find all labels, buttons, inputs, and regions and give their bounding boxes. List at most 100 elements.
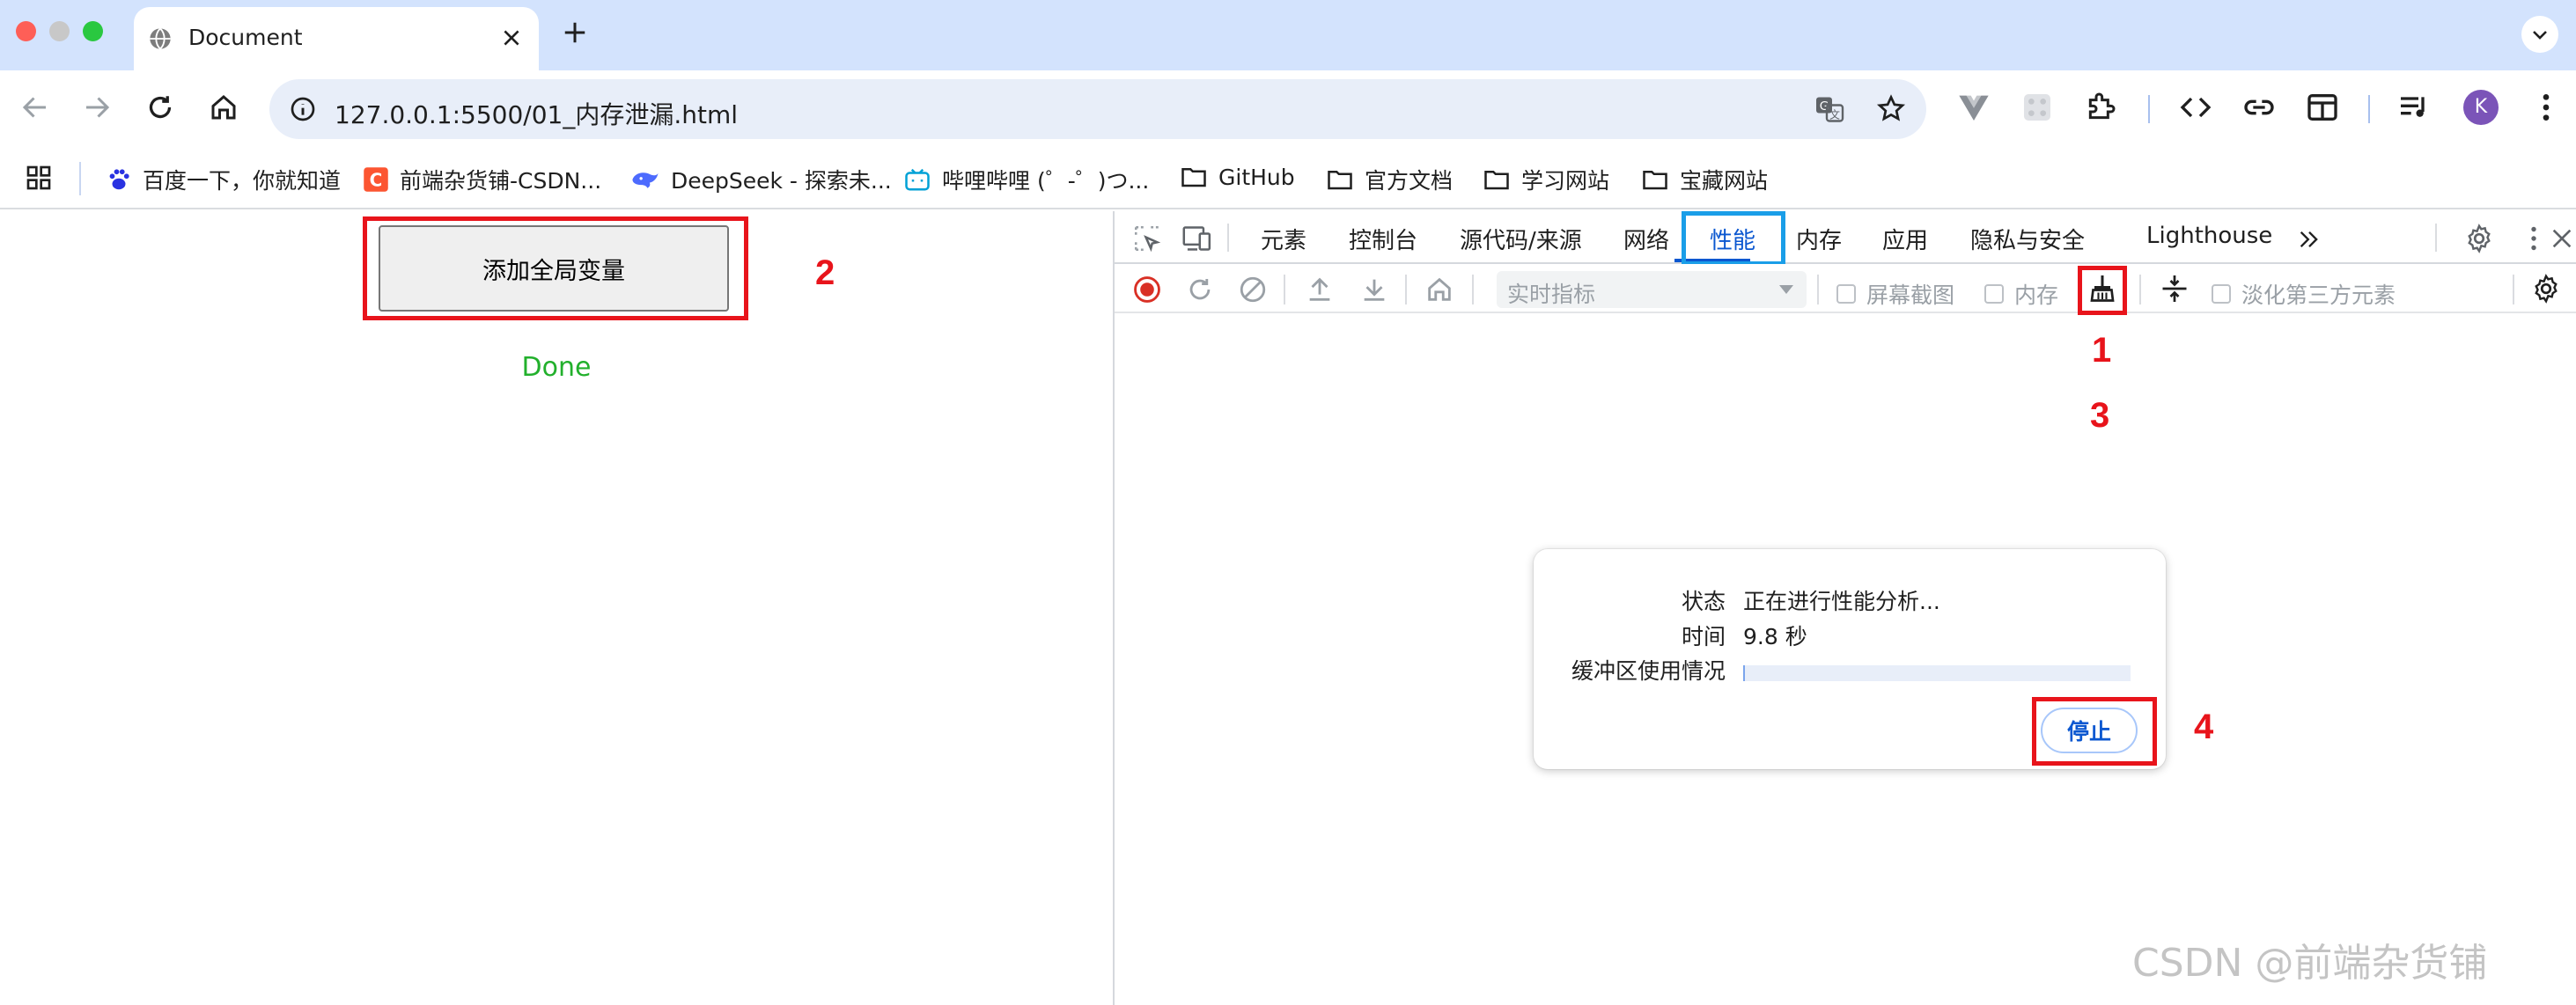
capture-settings-gear-icon[interactable] [2530, 273, 2562, 304]
device-toolbar-icon[interactable] [1181, 224, 1213, 253]
url-text[interactable]: 127.0.0.1:5500/01_内存泄漏.html [335, 96, 738, 131]
tab-memory[interactable]: 内存 [1796, 223, 1842, 255]
collapse-tracks-icon[interactable] [2159, 273, 2190, 304]
bookmark-deepseek[interactable]: DeepSeek - 探索未... [630, 164, 892, 195]
dim-third-party-checkbox[interactable]: 淡化第三方元素 [2212, 278, 2396, 310]
performance-toolbar: 实时指标 屏幕截图 内存 淡化第三方元素 [1115, 264, 2576, 313]
side-panel-icon[interactable] [2305, 90, 2340, 125]
new-tab-icon[interactable] [562, 19, 588, 46]
annotation-label-4: 4 [2194, 708, 2214, 746]
bookmark-bilibili[interactable]: 哔哩哔哩 (゜-゜)つ... [903, 164, 1149, 195]
bookmark-folder-github[interactable]: GitHub [1180, 164, 1295, 190]
vue-devtools-icon[interactable] [1956, 90, 1991, 125]
home-landing-icon[interactable] [1424, 275, 1454, 304]
toolbar-separator [1472, 275, 1474, 304]
clear-block-icon[interactable] [1238, 275, 1268, 304]
site-info-icon[interactable] [289, 95, 317, 123]
download-profile-icon[interactable] [1359, 275, 1389, 304]
tab-sources[interactable]: 源代码/来源 [1460, 223, 1582, 255]
media-queue-icon[interactable] [2396, 90, 2432, 125]
more-tabs-chevron-icon[interactable] [2296, 227, 2322, 252]
annotation-label-2: 2 [815, 253, 835, 292]
reload-record-icon[interactable] [1185, 275, 1215, 304]
tab-console[interactable]: 控制台 [1349, 223, 1417, 255]
bookmark-label: DeepSeek - 探索未... [671, 168, 892, 194]
extension-grid-icon[interactable] [2020, 90, 2055, 125]
buffer-usage-label: 缓冲区使用情况 [1571, 658, 1726, 684]
browser-tab[interactable]: Document [134, 7, 539, 70]
checkbox-label: 内存 [2014, 282, 2059, 308]
tab-privacy-security[interactable]: 隐私与安全 [1970, 223, 2085, 255]
status-label: 状态 [1681, 589, 1726, 614]
memory-checkbox[interactable]: 内存 [1984, 278, 2058, 310]
folder-icon [1643, 171, 1667, 190]
metric-select-value: 实时指标 [1507, 282, 1596, 307]
bookmark-folder-docs[interactable]: 官方文档 [1326, 164, 1453, 195]
checkbox-box[interactable] [1836, 284, 1856, 304]
settings-gear-icon[interactable] [2463, 223, 2495, 254]
code-brackets-icon[interactable] [2178, 90, 2213, 125]
bookmark-folder-treasure[interactable]: 宝藏网站 [1641, 164, 1768, 195]
back-arrow-icon[interactable] [19, 92, 51, 123]
bookmark-label: 学习网站 [1521, 168, 1610, 194]
browser-toolbar: 127.0.0.1:5500/01_内存泄漏.html G 文 K [0, 70, 2576, 148]
bookmark-label: 百度一下，你就知道 [143, 168, 342, 194]
annotation-box-1 [2078, 266, 2127, 315]
address-bar[interactable]: 127.0.0.1:5500/01_内存泄漏.html G 文 [269, 79, 1926, 139]
tab-network[interactable]: 网络 [1623, 223, 1669, 255]
bookmark-csdn[interactable]: C 前端杂货铺-CSDN... [363, 164, 601, 195]
bookmark-folder-study[interactable]: 学习网站 [1483, 164, 1609, 195]
checkbox-box[interactable] [1984, 284, 2004, 304]
checkbox-box[interactable] [2212, 284, 2231, 304]
translate-icon[interactable]: G 文 [1814, 93, 1845, 125]
close-tab-icon[interactable] [500, 26, 523, 49]
folder-icon [1484, 171, 1509, 190]
more-vertical-icon[interactable] [2528, 90, 2564, 125]
dropdown-triangle-icon [1779, 285, 1793, 294]
tab-elements[interactable]: 元素 [1261, 223, 1306, 255]
reload-icon[interactable] [144, 92, 176, 123]
toolbar-separator [2368, 95, 2370, 123]
maximize-window-button[interactable] [83, 21, 103, 41]
bookmark-star-icon[interactable] [1875, 93, 1907, 125]
record-stop-icon[interactable] [1132, 275, 1162, 304]
profile-avatar[interactable]: K [2463, 90, 2499, 125]
folder-icon [1328, 171, 1352, 190]
bookmark-label: GitHub [1218, 164, 1295, 190]
screenshots-checkbox[interactable]: 屏幕截图 [1836, 278, 1954, 310]
profiling-status-dialog: 状态 正在进行性能分析... 时间 9.8 秒 缓冲区使用情况 停止 4 [1534, 549, 2213, 769]
metric-select[interactable]: 实时指标 [1497, 271, 1807, 308]
bookmark-label: 前端杂货铺-CSDN... [400, 168, 602, 194]
bookmark-baidu[interactable]: 百度一下，你就知道 [106, 164, 341, 195]
apps-grid-icon[interactable] [25, 164, 53, 192]
tab-lighthouse[interactable]: Lighthouse [2146, 223, 2272, 249]
extensions-puzzle-icon[interactable] [2083, 90, 2118, 125]
devtools-menu-icon[interactable] [2518, 223, 2550, 254]
toolbar-separator [1817, 275, 1819, 304]
checkbox-label: 淡化第三方元素 [2241, 282, 2396, 308]
forward-arrow-icon[interactable] [81, 92, 113, 123]
svg-text:C: C [370, 170, 383, 191]
bookmark-label: 宝藏网站 [1680, 168, 1769, 194]
tab-strip: Document [0, 0, 2576, 70]
toolbar-separator [1405, 275, 1407, 304]
close-devtools-icon[interactable] [2548, 224, 2576, 253]
inspect-element-icon[interactable] [1132, 224, 1162, 253]
annotation-box-2 [363, 216, 748, 320]
close-window-button[interactable] [16, 21, 36, 41]
time-value: 9.8 秒 [1743, 624, 1807, 649]
home-icon[interactable] [208, 92, 239, 123]
time-label: 时间 [1681, 624, 1726, 649]
watermark: CSDN @前端杂货铺 [2132, 941, 2488, 986]
status-text: Done [521, 352, 592, 383]
tab-search-chevron-icon[interactable] [2521, 16, 2558, 53]
tab-bar-separator [2435, 224, 2437, 252]
tab-bar-separator [1227, 224, 1229, 252]
minimize-window-button[interactable] [49, 21, 70, 41]
link-icon[interactable] [2241, 90, 2277, 125]
devtools-tab-bar: 元素 控制台 源代码/来源 网络 性能 内存 应用 隐私与安全 Lighthou… [1115, 211, 2576, 266]
upload-profile-icon[interactable] [1305, 275, 1335, 304]
toolbar-separator [1284, 275, 1285, 304]
bookmarks-bar: 百度一下，你就知道 C 前端杂货铺-CSDN... DeepSeek - 探索未… [0, 148, 2576, 209]
tab-application[interactable]: 应用 [1882, 223, 1928, 255]
